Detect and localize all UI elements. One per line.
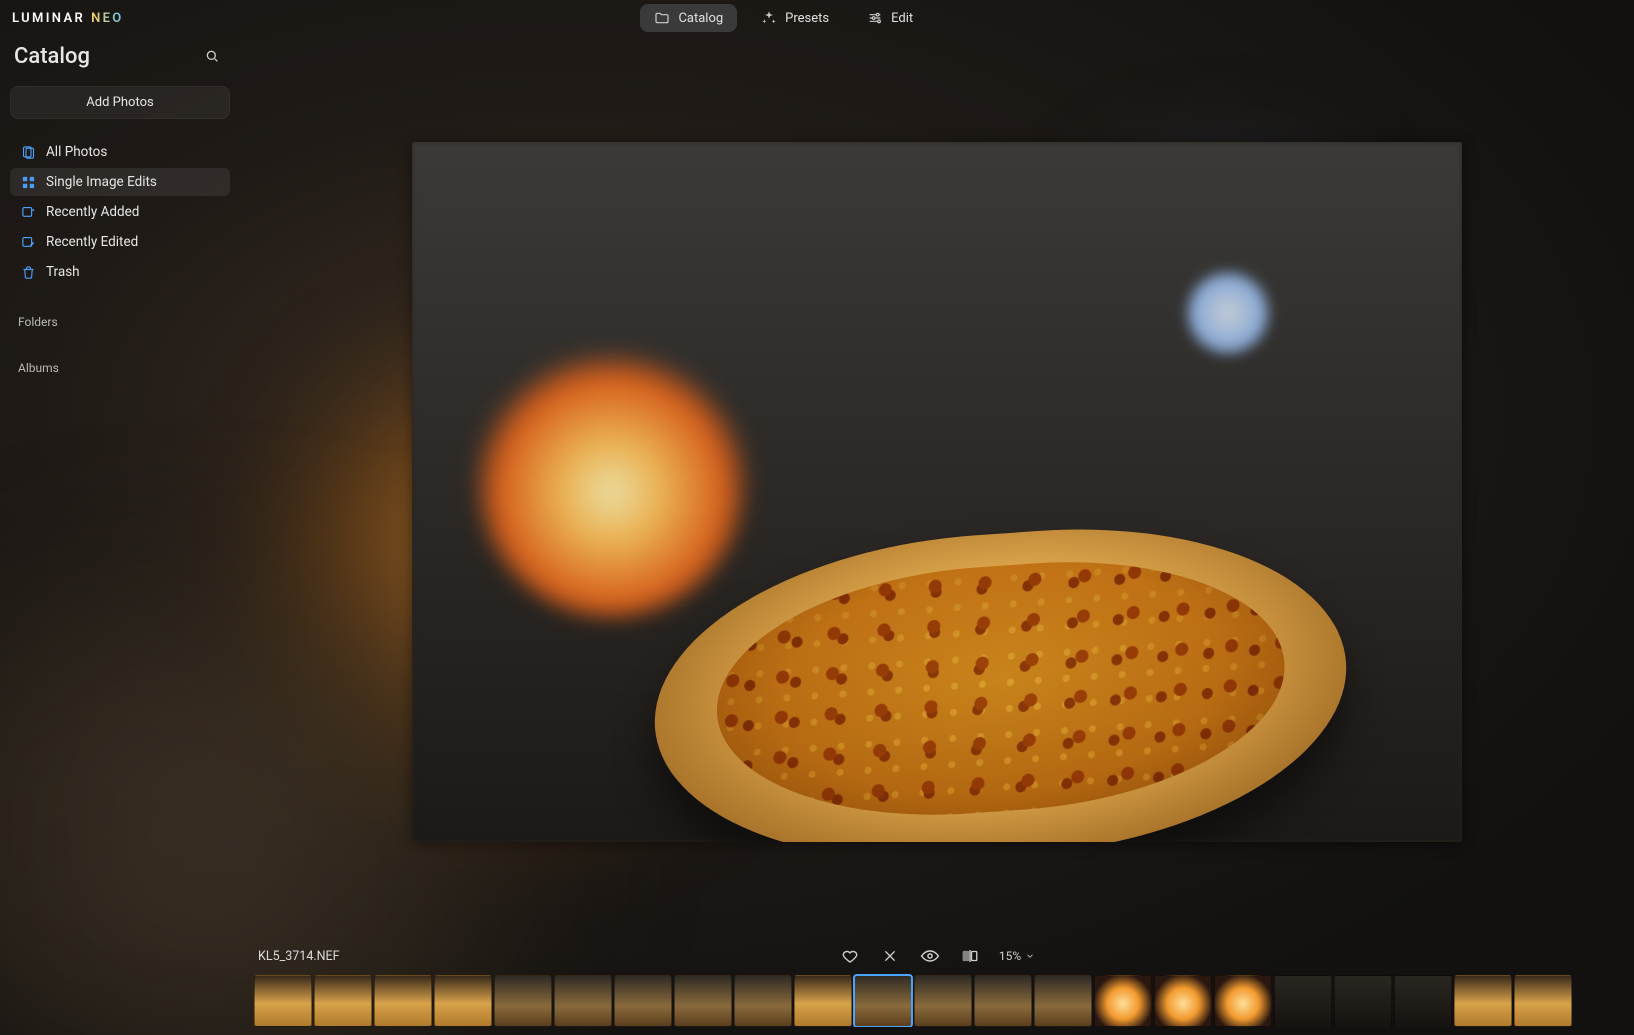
tab-presets[interactable]: Presets bbox=[747, 4, 843, 32]
compare-icon bbox=[961, 947, 979, 965]
close-icon bbox=[882, 948, 898, 964]
main-area bbox=[240, 34, 1634, 939]
add-photos-button[interactable]: Add Photos bbox=[10, 86, 230, 119]
filmstrip-thumb[interactable] bbox=[374, 975, 432, 1027]
search-button[interactable] bbox=[198, 42, 226, 70]
reject-button[interactable] bbox=[879, 945, 901, 967]
sidebar-title: Catalog bbox=[14, 44, 90, 69]
brand-text-2: NEO bbox=[91, 11, 124, 26]
filmstrip-thumb[interactable] bbox=[434, 975, 492, 1027]
filmstrip-thumb[interactable] bbox=[794, 975, 852, 1027]
sidebar-item-recent-edit[interactable]: Recently Edited bbox=[10, 228, 230, 256]
sidebar-item-grid[interactable]: Single Image Edits bbox=[10, 168, 230, 196]
preview-original-button[interactable] bbox=[919, 945, 941, 967]
heart-icon bbox=[841, 947, 859, 965]
filmstrip[interactable] bbox=[254, 973, 1620, 1027]
filmstrip-thumb[interactable] bbox=[1094, 975, 1152, 1027]
sparkle-icon bbox=[761, 10, 777, 26]
meta-row: KL5_3714.NEF bbox=[254, 945, 1620, 967]
sidebar-item-label: Recently Added bbox=[46, 204, 139, 220]
filmstrip-thumb[interactable] bbox=[674, 975, 732, 1027]
tab-label: Catalog bbox=[678, 11, 723, 26]
app-brand: LUMINAR NEO bbox=[12, 11, 124, 26]
filmstrip-thumb[interactable] bbox=[254, 975, 312, 1027]
bottom-bar: KL5_3714.NEF bbox=[240, 939, 1634, 1035]
zoom-dropdown[interactable]: 15% bbox=[999, 949, 1035, 963]
preview-fire bbox=[475, 338, 748, 618]
favorite-button[interactable] bbox=[839, 945, 861, 967]
sidebar-item-label: All Photos bbox=[46, 144, 107, 160]
filmstrip-thumb[interactable] bbox=[614, 975, 672, 1027]
sidebar-item-label: Recently Edited bbox=[46, 234, 138, 250]
file-name-label: KL5_3714.NEF bbox=[258, 949, 418, 964]
mode-tabs: Catalog Presets Edit bbox=[640, 4, 1107, 32]
filmstrip-thumb[interactable] bbox=[1514, 975, 1572, 1027]
preview-tools: 15% bbox=[839, 945, 1035, 967]
sidebar-header: Catalog bbox=[8, 40, 232, 74]
add-photos-label: Add Photos bbox=[86, 95, 153, 110]
sidebar-item-recent-add[interactable]: Recently Added bbox=[10, 198, 230, 226]
sidebar-item-label: Trash bbox=[46, 264, 80, 280]
compare-button[interactable] bbox=[959, 945, 981, 967]
eye-icon bbox=[920, 946, 940, 966]
filmstrip-thumb[interactable] bbox=[1394, 975, 1452, 1027]
filmstrip-thumb[interactable] bbox=[734, 975, 792, 1027]
filmstrip-thumb[interactable] bbox=[1034, 975, 1092, 1027]
trash-icon bbox=[20, 264, 36, 280]
sliders-icon bbox=[867, 10, 883, 26]
tab-label: Presets bbox=[785, 11, 829, 26]
filmstrip-thumb[interactable] bbox=[854, 975, 912, 1027]
recent-add-icon bbox=[20, 204, 36, 220]
chevron-down-icon bbox=[1025, 951, 1035, 961]
filmstrip-thumb[interactable] bbox=[974, 975, 1032, 1027]
section-albums[interactable]: Albums bbox=[8, 353, 232, 379]
zoom-value: 15% bbox=[999, 949, 1021, 963]
filmstrip-thumb[interactable] bbox=[1454, 975, 1512, 1027]
topbar: LUMINAR NEO Catalog Presets Edit bbox=[0, 0, 1634, 34]
filmstrip-thumb[interactable] bbox=[554, 975, 612, 1027]
grid-icon bbox=[20, 174, 36, 190]
photos-icon bbox=[20, 144, 36, 160]
brand-text-1: LUMINAR bbox=[12, 11, 85, 26]
filmstrip-thumb[interactable] bbox=[494, 975, 552, 1027]
tab-label: Edit bbox=[891, 11, 913, 26]
section-folders[interactable]: Folders bbox=[8, 307, 232, 333]
search-icon bbox=[204, 48, 220, 64]
filmstrip-thumb[interactable] bbox=[914, 975, 972, 1027]
filmstrip-thumb[interactable] bbox=[1154, 975, 1212, 1027]
sidebar-item-label: Single Image Edits bbox=[46, 174, 157, 190]
sidebar: Catalog Add Photos All Photos Single Imag… bbox=[0, 34, 240, 1035]
sidebar-nav: All Photos Single Image Edits Recently Add… bbox=[8, 137, 232, 287]
recent-edit-icon bbox=[20, 234, 36, 250]
filmstrip-thumb[interactable] bbox=[1334, 975, 1392, 1027]
tab-catalog[interactable]: Catalog bbox=[640, 4, 737, 32]
folder-icon bbox=[654, 10, 670, 26]
filmstrip-thumb[interactable] bbox=[1214, 975, 1272, 1027]
preview-light bbox=[1183, 268, 1273, 358]
image-preview[interactable] bbox=[412, 142, 1462, 842]
tab-edit[interactable]: Edit bbox=[853, 4, 927, 32]
sidebar-item-photos[interactable]: All Photos bbox=[10, 138, 230, 166]
sidebar-item-trash[interactable]: Trash bbox=[10, 258, 230, 286]
filmstrip-thumb[interactable] bbox=[314, 975, 372, 1027]
filmstrip-thumb[interactable] bbox=[1274, 975, 1332, 1027]
